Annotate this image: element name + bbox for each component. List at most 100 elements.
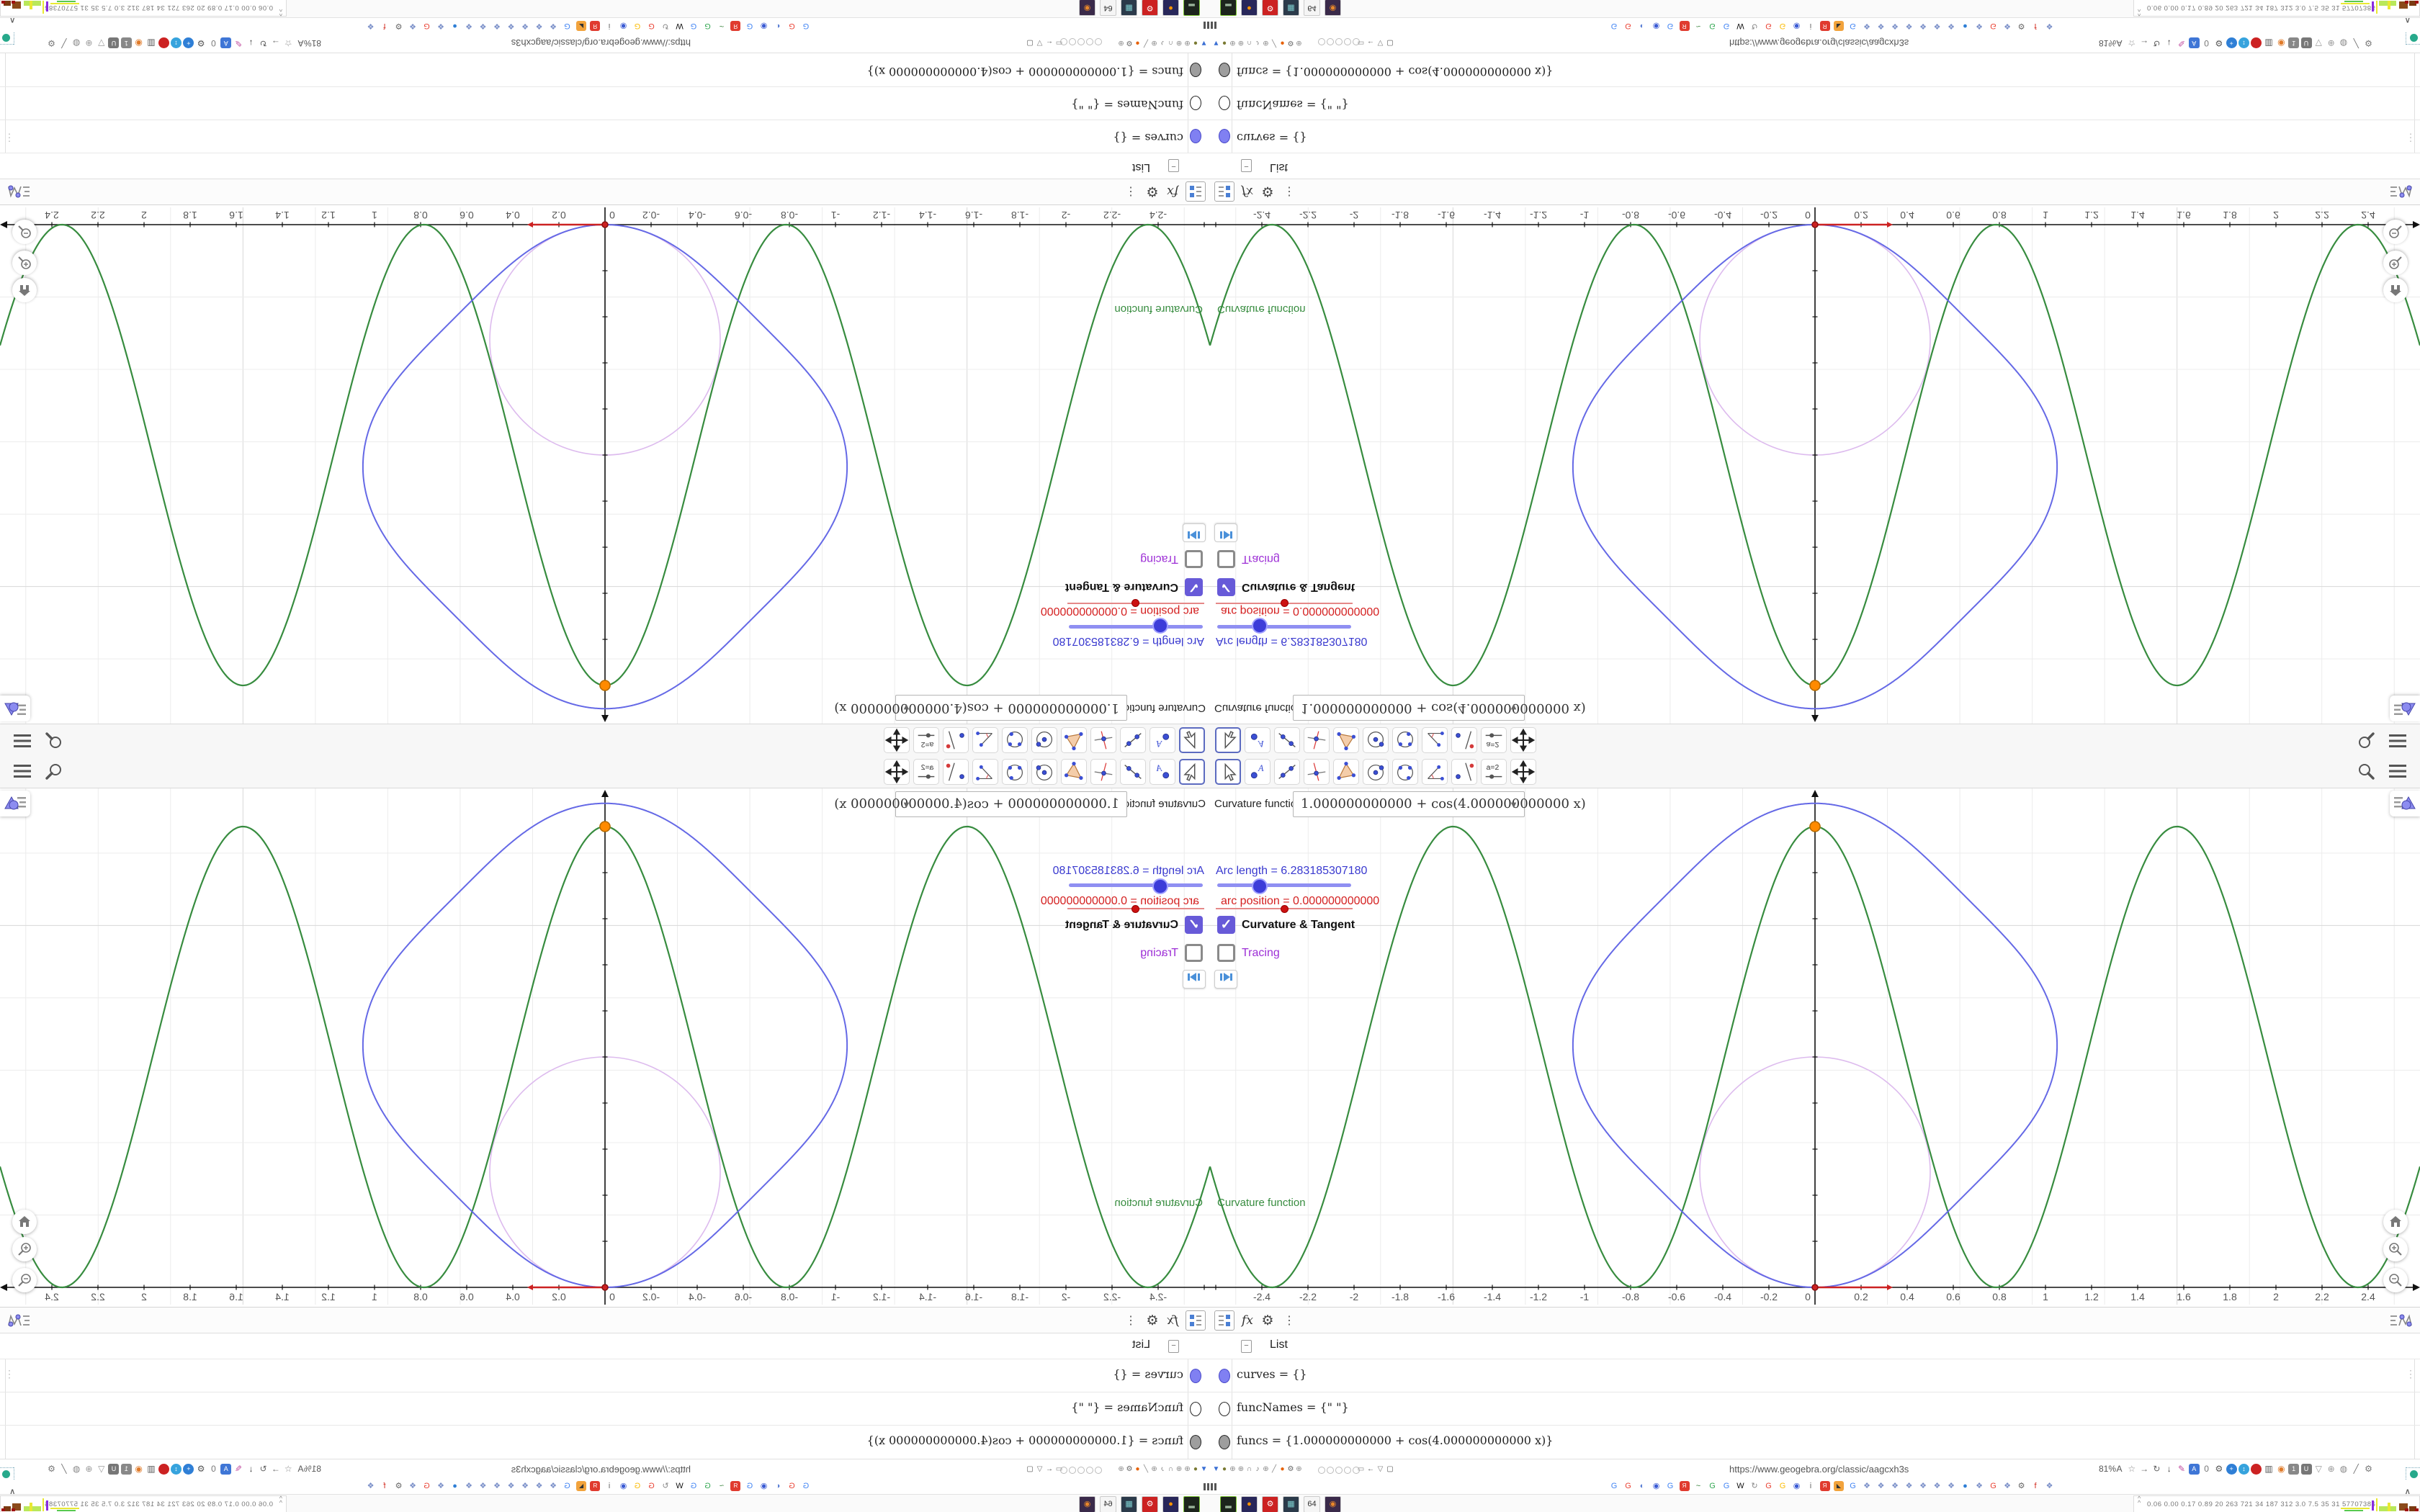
graphics-stylebar-button[interactable] bbox=[0, 696, 30, 721]
globe-icon[interactable]: ◉ bbox=[619, 21, 629, 31]
circle-icon[interactable]: ● bbox=[1191, 38, 1201, 48]
owl-app-icon[interactable]: ◉ bbox=[1079, 1496, 1095, 1512]
arc-position-slider[interactable] bbox=[1216, 599, 1353, 607]
star-badge-icon[interactable]: ❖ bbox=[478, 1481, 488, 1491]
gear-dark-icon[interactable]: ⚙ bbox=[2213, 1464, 2224, 1475]
star-badge-icon[interactable]: ❖ bbox=[520, 1481, 530, 1491]
polygon-tool-button[interactable] bbox=[1061, 727, 1087, 753]
arc-position-slider-thumb[interactable] bbox=[1281, 599, 1289, 607]
graphics-stylebar-button[interactable] bbox=[0, 791, 30, 816]
firefox-app-icon[interactable]: ● bbox=[1241, 0, 1258, 16]
google-icon[interactable]: G bbox=[745, 1481, 755, 1491]
curvature-point[interactable] bbox=[599, 680, 611, 691]
loop-icon[interactable]: ↻ bbox=[1749, 1481, 1760, 1491]
monitor-app-icon[interactable]: ▦ bbox=[1283, 1496, 1299, 1512]
gear-icon[interactable]: ⚙ bbox=[1125, 38, 1134, 48]
circle-center-point-tool-button[interactable] bbox=[1363, 759, 1389, 785]
list-item[interactable]: curves = {} ⋮ bbox=[1210, 120, 2420, 153]
zoom-in-button[interactable] bbox=[2383, 251, 2408, 275]
headphones-icon[interactable]: ∩ bbox=[1166, 38, 1175, 48]
globe-icon[interactable]: ◐ bbox=[1637, 21, 1647, 31]
back-arrow-icon[interactable]: ← bbox=[1366, 1464, 1376, 1474]
note-icon[interactable]: ♪ bbox=[1158, 1464, 1168, 1474]
gear-icon[interactable]: ⚙ bbox=[46, 1464, 57, 1475]
menu-button[interactable] bbox=[2388, 730, 2408, 750]
plus-icon[interactable]: + bbox=[2226, 37, 2237, 48]
star-badge-icon[interactable]: ❖ bbox=[534, 21, 544, 31]
star-badge-icon[interactable]: ❖ bbox=[492, 21, 502, 31]
arc-position-slider[interactable] bbox=[1067, 905, 1204, 913]
tree-view-button[interactable] bbox=[1186, 181, 1206, 202]
graphics-view[interactable]: -2.4 -2.2 -2 -1.8 -1.6 -1.4 -1.2 -1 -0.8 -0.6 -0.4… bbox=[1210, 207, 2420, 724]
graphics-view[interactable]: -2.4 -2.2 -2 -1.8 -1.6 -1.4 -1.2 -1 -0.8 -0.6 -0.4… bbox=[0, 207, 1210, 724]
forward-icon[interactable]: → bbox=[270, 1464, 281, 1475]
record-icon[interactable] bbox=[2251, 37, 2262, 48]
object-visibility-dot[interactable] bbox=[1190, 1435, 1201, 1449]
angle-tool-button[interactable] bbox=[1422, 759, 1448, 785]
kebab-menu-icon[interactable]: ⋮ bbox=[4, 132, 14, 144]
globe-icon[interactable]: ◐ bbox=[773, 1481, 783, 1491]
shield-ud-icon[interactable]: U bbox=[108, 1464, 120, 1475]
object-visibility-dot[interactable] bbox=[1190, 63, 1201, 77]
orange-icon[interactable]: ◣ bbox=[576, 1481, 586, 1491]
download-icon[interactable]: ↓ bbox=[2164, 1464, 2174, 1475]
google-icon[interactable]: G bbox=[422, 21, 432, 31]
point-tool-button[interactable]: A bbox=[1150, 759, 1175, 785]
google-icon[interactable]: G bbox=[1609, 1481, 1619, 1491]
perpendicular-line-tool-button[interactable] bbox=[1090, 759, 1116, 785]
google-icon[interactable]: G bbox=[1848, 21, 1858, 31]
arc-length-slider-thumb[interactable] bbox=[1252, 878, 1268, 894]
point-tool-button[interactable]: A bbox=[1245, 759, 1270, 785]
info-icon[interactable]: i bbox=[1806, 21, 1816, 31]
record-icon[interactable] bbox=[2251, 1464, 2262, 1475]
forward-icon[interactable]: → bbox=[2139, 1464, 2150, 1475]
folder-icon[interactable]: ▭ bbox=[1356, 38, 1366, 48]
globe-icon[interactable]: ◐ bbox=[773, 21, 783, 31]
globe-icon[interactable]: ⊕ bbox=[1294, 1464, 1304, 1474]
trash-icon[interactable]: ▥ bbox=[2264, 1464, 2275, 1475]
star-badge-icon[interactable]: ❖ bbox=[366, 21, 376, 31]
star-badge-icon[interactable]: ❖ bbox=[492, 1481, 502, 1491]
arc-position-slider-thumb[interactable] bbox=[1131, 599, 1139, 607]
plus-icon[interactable]: + bbox=[183, 37, 194, 48]
star-badge-icon[interactable]: ❖ bbox=[1862, 21, 1872, 31]
info-icon[interactable]: i bbox=[1806, 1481, 1816, 1491]
wrench-icon[interactable]: ╱ bbox=[2351, 37, 2362, 48]
monitor-app-icon[interactable]: ▦ bbox=[1121, 1496, 1137, 1512]
f-icon[interactable]: f bbox=[2030, 1481, 2040, 1491]
star-badge-icon[interactable]: ❖ bbox=[1932, 1481, 1942, 1491]
function-dropdown[interactable]: 1.000000000000 + cos(4.000000000000 x) ▼ bbox=[834, 791, 1127, 817]
lock-icon[interactable]: ▢ bbox=[1026, 1464, 1035, 1474]
google-icon[interactable]: G bbox=[1609, 21, 1619, 31]
move-cursor-tool-button[interactable] bbox=[1179, 727, 1205, 753]
wikipedia-icon[interactable]: W bbox=[675, 1481, 685, 1491]
firefox-app-icon[interactable]: ● bbox=[1241, 1496, 1258, 1512]
kebab-menu-icon[interactable]: ⋮ bbox=[4, 1368, 14, 1380]
star-badge-icon[interactable]: ❖ bbox=[464, 21, 474, 31]
search-button[interactable] bbox=[43, 730, 63, 750]
google-icon[interactable]: G bbox=[1665, 21, 1675, 31]
star-badge-icon[interactable]: ❖ bbox=[464, 1481, 474, 1491]
folder-icon[interactable]: ▭ bbox=[1054, 1464, 1064, 1474]
gear-icon[interactable]: ⚙ bbox=[394, 21, 404, 31]
google-icon[interactable]: G bbox=[745, 21, 755, 31]
google-icon[interactable]: G bbox=[563, 21, 573, 31]
brush-icon[interactable]: ✎ bbox=[2177, 1464, 2187, 1475]
f-icon[interactable]: f bbox=[380, 1481, 390, 1491]
home-button[interactable] bbox=[12, 278, 37, 302]
curvature-point[interactable] bbox=[1809, 680, 1821, 691]
globe-gray-icon[interactable]: ⊕ bbox=[2326, 37, 2336, 48]
gear-icon[interactable]: ⚙ bbox=[2017, 21, 2027, 31]
home-button[interactable] bbox=[12, 1210, 37, 1234]
owl-app-icon[interactable]: ◉ bbox=[1079, 0, 1095, 16]
arc-length-slider[interactable] bbox=[1217, 878, 1351, 894]
star-icon[interactable]: ☆ bbox=[283, 1464, 294, 1475]
wikipedia-icon[interactable]: W bbox=[1736, 1481, 1746, 1491]
move-graphics-view-tool-button[interactable] bbox=[1510, 727, 1536, 753]
globe-icon[interactable]: ⊕ bbox=[1175, 38, 1184, 48]
reflect-about-line-tool-button[interactable] bbox=[1451, 727, 1477, 753]
back-arrow-icon[interactable]: ← bbox=[1045, 1464, 1054, 1474]
translate-blue-icon[interactable]: A bbox=[220, 37, 232, 48]
folder-icon[interactable]: ▭ bbox=[1054, 38, 1064, 48]
gear-dark-icon[interactable]: ⚙ bbox=[2213, 37, 2224, 48]
